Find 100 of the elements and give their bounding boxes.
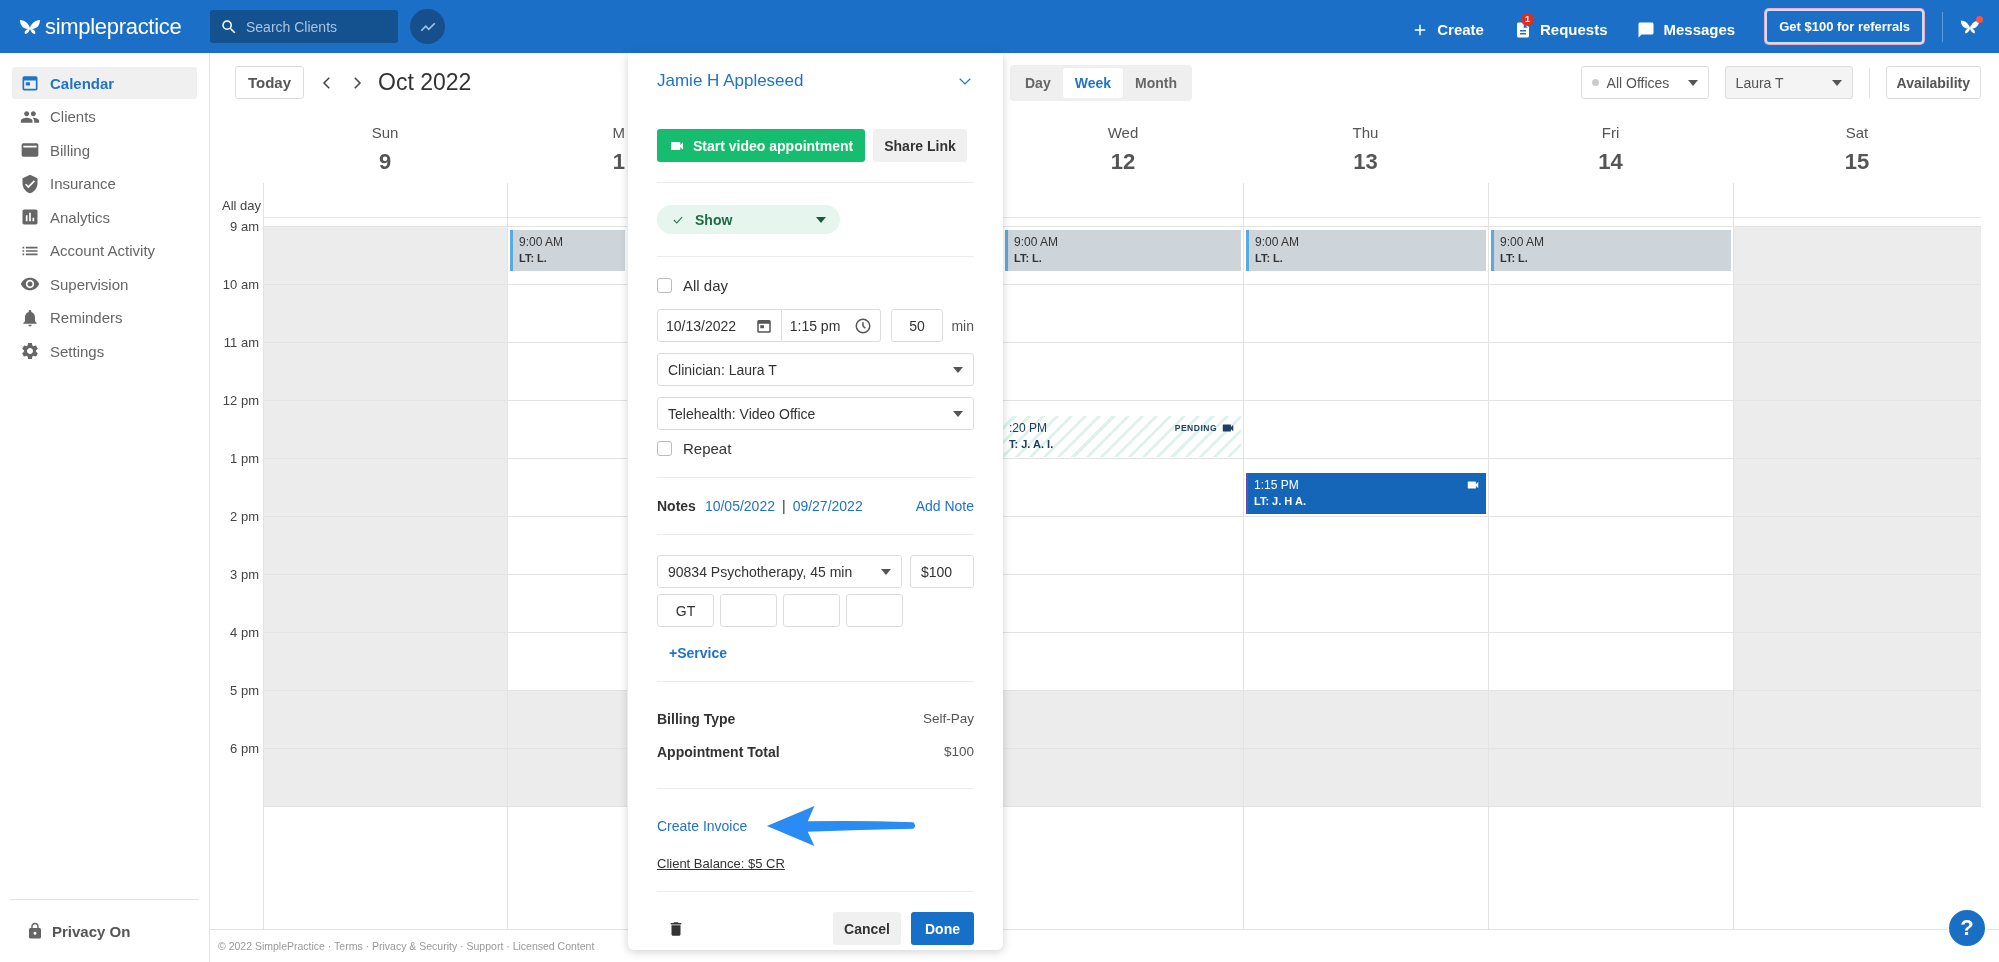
client-name-link[interactable]: Jamie H Appleseed	[657, 71, 804, 91]
time-slot[interactable]	[263, 517, 507, 575]
availability-button[interactable]: Availability	[1885, 66, 1981, 99]
location-select[interactable]: Telehealth: Video Office	[657, 397, 974, 430]
fee-field[interactable]: $100	[910, 555, 974, 588]
sidebar-item[interactable]: Insurance	[12, 167, 197, 200]
time-slot[interactable]	[507, 749, 627, 807]
duration-field[interactable]: 50	[890, 309, 944, 342]
service-select[interactable]: 90834 Psychotherapy, 45 min	[657, 555, 902, 588]
time-slot[interactable]	[263, 575, 507, 633]
time-slot[interactable]	[263, 401, 507, 459]
sidebar-item[interactable]: Calendar	[12, 67, 197, 99]
time-slot[interactable]	[1733, 633, 1981, 691]
time-slot[interactable]	[1243, 517, 1488, 575]
time-slot[interactable]	[263, 227, 507, 285]
sidebar-item[interactable]: Analytics	[12, 201, 197, 233]
topbar-link[interactable]: Messages	[1637, 10, 1736, 43]
checkbox[interactable]	[657, 278, 672, 293]
all-day-slot[interactable]	[263, 183, 507, 227]
time-slot[interactable]	[263, 343, 507, 401]
search-field[interactable]: Search Clients	[210, 10, 398, 43]
time-slot[interactable]	[263, 633, 507, 691]
time-slot[interactable]	[507, 343, 627, 401]
checkbox[interactable]	[657, 441, 672, 456]
time-slot[interactable]	[507, 285, 627, 343]
time-slot[interactable]	[1733, 691, 1981, 749]
sidebar-item[interactable]: Account Activity	[12, 234, 197, 267]
time-slot[interactable]: 9:00 AM LT: L.	[1243, 227, 1488, 285]
time-slot[interactable]: 9:00 AM LT: L.	[1488, 227, 1733, 285]
time-slot[interactable]	[1733, 575, 1981, 633]
time-slot[interactable]	[1733, 401, 1981, 459]
time-slot[interactable]: 9:00 AM LT: L.	[1003, 227, 1243, 285]
time-field[interactable]: 1:15 pm	[781, 309, 881, 342]
date-field[interactable]: 10/13/2022	[657, 309, 782, 342]
today-button[interactable]: Today	[235, 66, 305, 99]
sidebar-item[interactable]: Reminders	[12, 301, 197, 334]
time-slot[interactable]	[1003, 691, 1243, 749]
referral-button[interactable]: Get $100 for referrals	[1765, 9, 1924, 44]
modifier-field[interactable]	[720, 594, 777, 627]
time-slot[interactable]	[1488, 691, 1733, 749]
appointment[interactable]: 1:15 PM LT: J. H A.	[1246, 473, 1486, 514]
status-dropdown[interactable]: Show	[657, 205, 840, 234]
time-slot[interactable]	[1733, 227, 1981, 285]
time-slot[interactable]	[507, 575, 627, 633]
privacy-status[interactable]: Privacy On	[52, 922, 131, 940]
appointment[interactable]: :20 PM T: J. A. I. PENDING	[1003, 416, 1241, 457]
time-slot[interactable]	[1733, 285, 1981, 343]
sidebar-item[interactable]: Clients	[12, 100, 197, 133]
sidebar-item[interactable]: Billing	[12, 134, 197, 166]
logo[interactable]: simplepractice	[45, 13, 182, 40]
client-balance-link[interactable]: Client Balance: $5 CR	[657, 856, 974, 871]
modifier-field[interactable]	[846, 594, 903, 627]
time-slot[interactable]	[507, 517, 627, 575]
appointment[interactable]: 9:00 AM LT: L.	[1246, 230, 1486, 271]
topbar-link[interactable]: 1 Requests	[1513, 10, 1608, 43]
time-slot[interactable]: 1:15 PM LT: J. H A.	[1243, 459, 1488, 517]
time-slot[interactable]	[1733, 343, 1981, 401]
time-slot[interactable]	[1243, 575, 1488, 633]
filter-dropdown[interactable]: All Offices	[1580, 66, 1709, 99]
view-tab[interactable]: Week	[1062, 67, 1123, 98]
filter-dropdown[interactable]: Laura T	[1724, 66, 1853, 99]
appointment[interactable]: 9:00 AM LT: L.	[1491, 230, 1731, 271]
all-day-slot[interactable]	[1243, 183, 1488, 227]
view-tab[interactable]: Day	[1013, 67, 1063, 98]
modifier-field[interactable]	[783, 594, 840, 627]
time-slot[interactable]	[1243, 343, 1488, 401]
sidebar-item[interactable]: Supervision	[12, 268, 197, 300]
sidebar-item[interactable]: Settings	[12, 335, 197, 367]
time-slot[interactable]: 9:00 AM LT: L.	[507, 227, 627, 285]
share-link-button[interactable]: Share Link	[873, 129, 967, 162]
time-slot[interactable]	[1488, 749, 1733, 807]
time-slot[interactable]	[1243, 691, 1488, 749]
time-slot[interactable]	[1733, 459, 1981, 517]
create-invoice-link[interactable]: Create Invoice	[657, 818, 748, 834]
trend-button[interactable]	[410, 9, 445, 44]
time-slot[interactable]	[263, 691, 507, 749]
clinician-select[interactable]: Clinician: Laura T	[657, 353, 974, 386]
time-slot[interactable]	[1243, 749, 1488, 807]
done-button[interactable]: Done	[911, 912, 974, 945]
appointment[interactable]: 9:00 AM LT: L.	[1005, 230, 1241, 271]
note-link[interactable]: 10/05/2022	[704, 498, 775, 514]
all-day-slot[interactable]	[507, 183, 627, 227]
time-slot[interactable]	[263, 459, 507, 517]
topbar-link[interactable]: Create	[1411, 10, 1484, 43]
time-slot[interactable]	[1243, 285, 1488, 343]
all-day-slot[interactable]	[1733, 183, 1981, 227]
note-link[interactable]: 09/27/2022	[792, 498, 863, 514]
time-slot[interactable]	[507, 691, 627, 749]
modifier-field[interactable]: GT	[657, 594, 714, 627]
add-service-link[interactable]: +Service	[669, 645, 974, 661]
time-slot[interactable]	[1733, 749, 1981, 807]
add-note-link[interactable]: Add Note	[915, 498, 974, 514]
time-slot[interactable]	[1003, 749, 1243, 807]
cancel-button[interactable]: Cancel	[833, 912, 901, 945]
appointment[interactable]: 9:00 AM LT: L.	[510, 230, 625, 271]
time-slot[interactable]: :20 PM T: J. A. I. PENDING	[1003, 401, 1243, 459]
time-slot[interactable]	[1243, 401, 1488, 459]
time-slot[interactable]	[263, 749, 507, 807]
help-button[interactable]: ?	[1947, 908, 1987, 948]
time-slot[interactable]	[507, 459, 627, 517]
